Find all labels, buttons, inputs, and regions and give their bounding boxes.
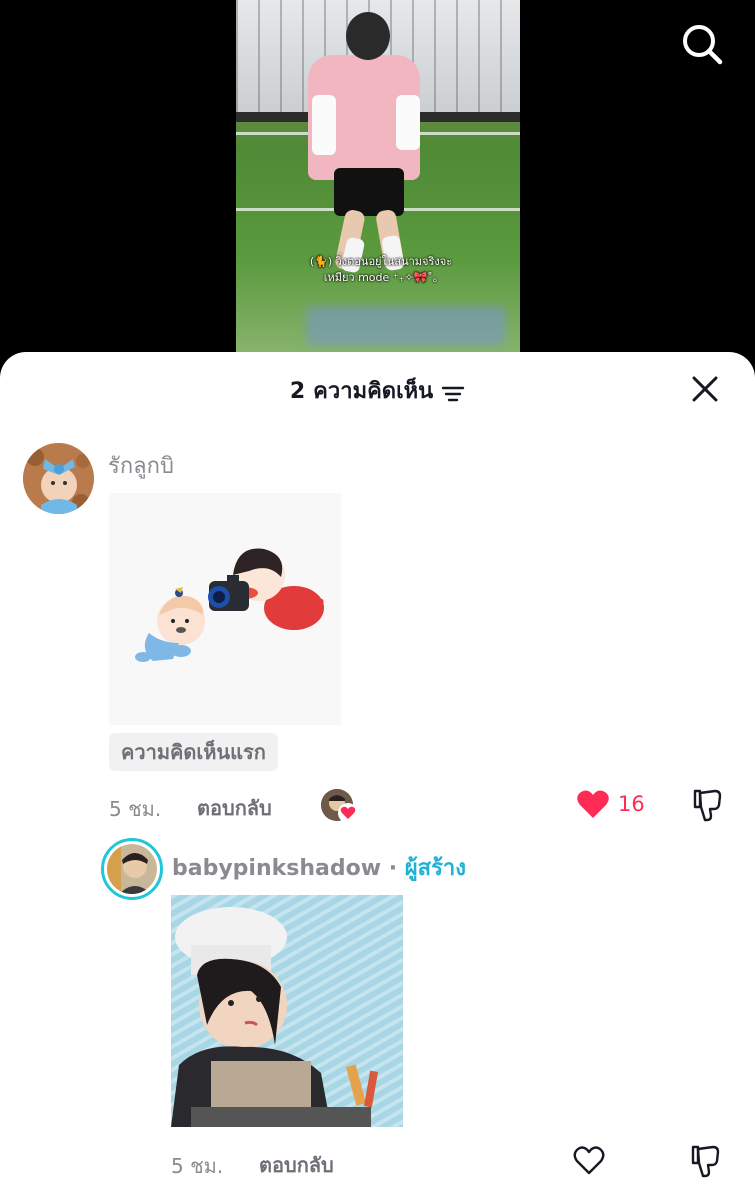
video-thumbnail[interactable]: (🐈) วิ่งตอนอยู่ในสนามจริงจะ เหมียว mode … <box>236 0 520 370</box>
search-button[interactable] <box>678 20 726 68</box>
filter-icon[interactable] <box>441 381 465 403</box>
video-caption-line: (🐈) วิ่งตอนอยู่ในสนามจริงจะ <box>309 255 453 268</box>
avatar[interactable] <box>23 443 94 514</box>
creator-avatar[interactable] <box>101 838 163 900</box>
comment-username[interactable]: babypinkshadow <box>172 856 381 881</box>
dislike-button[interactable] <box>691 787 725 823</box>
like-button[interactable] <box>572 1144 606 1176</box>
comment-time: 5 ชม. <box>171 1154 224 1178</box>
dislike-icon <box>693 789 722 822</box>
player-figure <box>346 12 390 60</box>
player-figure <box>334 168 404 216</box>
chef-photo-image <box>171 895 403 1127</box>
like-button[interactable] <box>576 788 610 820</box>
video-caption-line: เหมียว mode ⁺₊✧🎀˚｡ <box>323 271 439 284</box>
username-separator: · <box>381 856 405 881</box>
comments-title: 2 ความคิดเห็น <box>290 374 465 410</box>
close-icon <box>692 376 718 402</box>
player-figure <box>312 95 336 155</box>
player-figure <box>396 95 420 150</box>
creator-avatar-image <box>107 844 157 894</box>
creator-tag: ผู้สร้าง <box>404 856 466 881</box>
comment-username-line: babypinkshadow · ผู้สร้าง <box>172 850 466 885</box>
comments-title-label: ความคิดเห็น <box>313 379 434 404</box>
blurred-overlay-text <box>306 306 506 346</box>
dislike-button[interactable] <box>689 1143 723 1179</box>
comment-username[interactable]: รักลูกบิ <box>108 448 174 483</box>
video-caption: (🐈) วิ่งตอนอยู่ในสนามจริงจะ เหมียว mode … <box>276 254 486 286</box>
reply-button[interactable]: ตอบกลับ <box>197 792 272 824</box>
heart-icon <box>577 790 609 818</box>
comment-count: 2 <box>289 379 306 404</box>
reply-button[interactable]: ตอบกลับ <box>259 1149 334 1181</box>
close-button[interactable] <box>688 372 722 406</box>
comment-image[interactable] <box>171 895 403 1127</box>
comment-sticker[interactable] <box>109 493 341 725</box>
first-comment-badge: ความคิดเห็นแรก <box>109 733 278 771</box>
comment-time: 5 ชม. <box>109 797 162 821</box>
like-count: 16 <box>618 792 645 816</box>
baby-avatar-image <box>23 443 94 514</box>
heart-icon <box>573 1146 605 1175</box>
search-icon <box>683 25 723 65</box>
creator-liked-heart-icon <box>338 803 358 823</box>
comments-header: 2 ความคิดเห็น <box>0 374 755 410</box>
video-player[interactable]: (🐈) วิ่งตอนอยู่ในสนามจริงจะ เหมียว mode … <box>0 0 755 370</box>
dislike-icon <box>691 1145 720 1178</box>
sticker-image <box>109 493 341 725</box>
